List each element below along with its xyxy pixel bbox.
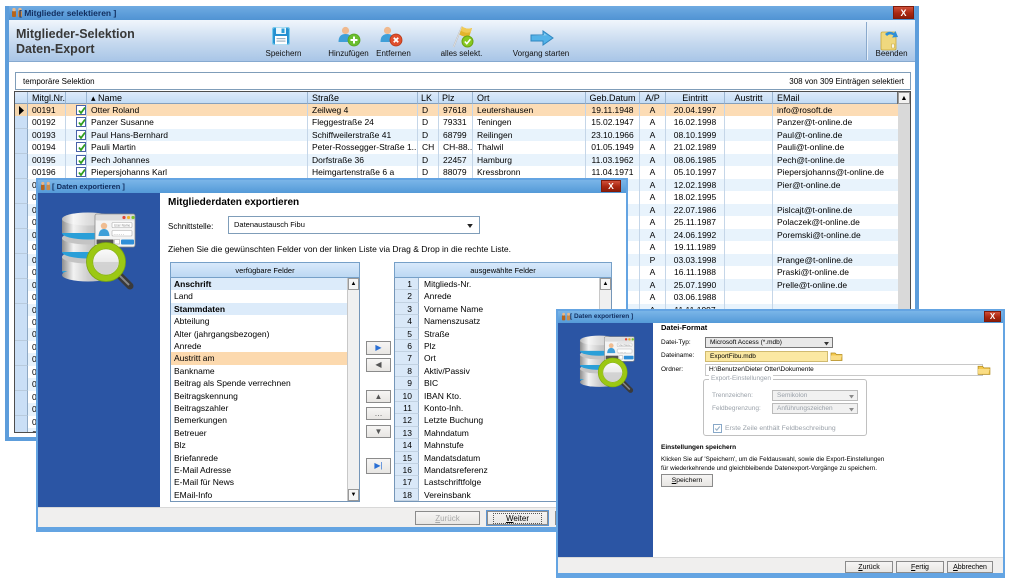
svg-text:User Name: User Name xyxy=(619,344,632,347)
svg-text:......: ...... xyxy=(618,349,626,353)
svg-text:User Name: User Name xyxy=(114,224,130,228)
svg-text:......: ...... xyxy=(114,231,125,236)
